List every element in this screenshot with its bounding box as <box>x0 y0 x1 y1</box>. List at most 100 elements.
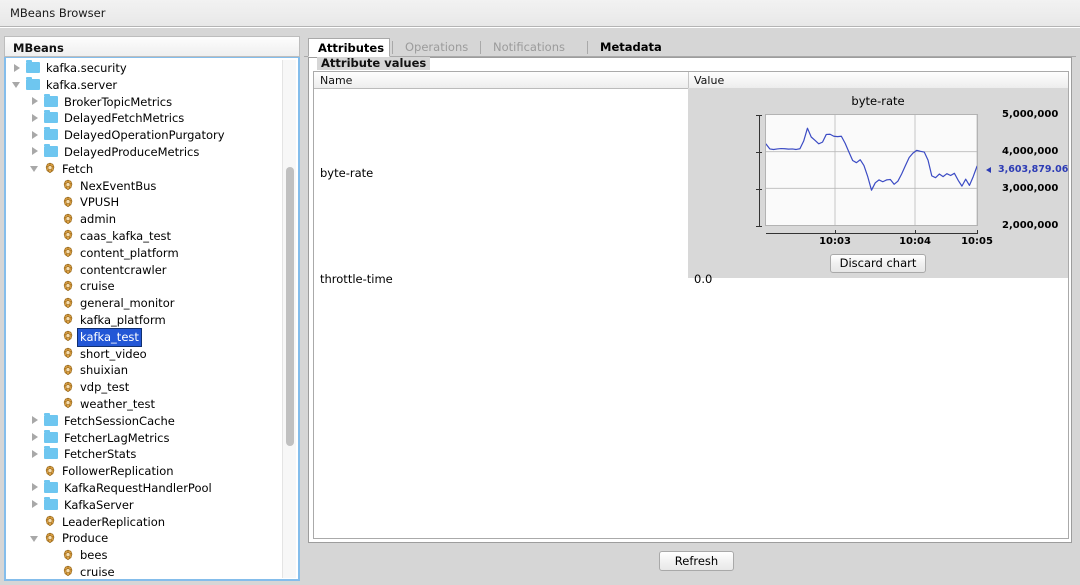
discard-chart-button[interactable]: Discard chart <box>830 254 926 273</box>
x-tick-label-2: 10:05 <box>961 236 993 247</box>
chevron-right-icon[interactable] <box>30 130 40 140</box>
chart-y-axis <box>759 115 760 226</box>
refresh-button[interactable]: Refresh <box>659 551 734 571</box>
chevron-right-icon[interactable] <box>30 499 40 509</box>
tree-item-general-monitor[interactable]: general_monitor <box>6 295 284 312</box>
tree-item-delayedoperationpurgatory[interactable]: DelayedOperationPurgatory <box>6 127 284 144</box>
tree-item-fetchsessioncache[interactable]: FetchSessionCache <box>6 412 284 430</box>
tree-item-label: DelayedProduceMetrics <box>64 145 200 160</box>
chart-series-line <box>766 127 977 191</box>
mbeans-tree-scroll-area[interactable]: kafka.security kafka.server BrokerTopicMet… <box>4 57 300 581</box>
tree-item-kafka-test[interactable]: kafka_test <box>6 327 284 347</box>
tree-item-contentcrawler[interactable]: contentcrawler <box>6 262 284 279</box>
tree-scrollbar-thumb[interactable] <box>286 167 294 446</box>
window-title: MBeans Browser <box>10 6 106 20</box>
x-tick-mark <box>835 230 836 234</box>
tab-metadata[interactable]: Metadata <box>591 38 662 57</box>
tree-item-kafkarequesthandlerpool[interactable]: KafkaRequestHandlerPool <box>6 479 284 497</box>
tree-item-kafka-platform[interactable]: kafka_platform <box>6 312 284 329</box>
chevron-right-icon[interactable] <box>12 63 22 73</box>
mbean-icon <box>62 347 74 359</box>
chevron-right-icon[interactable] <box>30 146 40 156</box>
chevron-right-icon[interactable] <box>30 96 40 106</box>
tree-item-delayedproducemetrics[interactable]: DelayedProduceMetrics <box>6 143 284 161</box>
details-tabstrip: Attributes Operations Notifications Metadat… <box>304 38 1076 57</box>
tree-item-label: KafkaServer <box>64 497 134 512</box>
chevron-down-icon[interactable] <box>12 79 22 89</box>
tree-item-followerreplication[interactable]: FollowerReplication <box>6 463 284 480</box>
folder-icon <box>44 446 58 460</box>
table-row-name-throttle-time[interactable]: throttle-time <box>320 272 393 286</box>
attributes-table[interactable]: Name Value byte-rate byte-rate 5,000,000… <box>313 71 1069 539</box>
tree-item-label: admin <box>80 212 117 227</box>
tree-item-label: weather_test <box>80 397 155 412</box>
tree-item-cruise[interactable]: cruise <box>6 278 284 295</box>
tree-item-vpush[interactable]: VPUSH <box>6 194 284 211</box>
tree-item-fetcherlagmetrics[interactable]: FetcherLagMetrics <box>6 429 284 447</box>
table-row-name-byte-rate[interactable]: byte-rate <box>320 166 373 180</box>
chart-plot-area <box>765 114 978 226</box>
tree-item-fetcherstats[interactable]: FetcherStats <box>6 446 284 463</box>
column-header-value[interactable]: Value <box>694 74 724 87</box>
tree-item-weather-test[interactable]: weather_test <box>6 396 284 413</box>
tree-item-label: DelayedOperationPurgatory <box>64 128 225 143</box>
tree-item-fetch[interactable]: Fetch <box>6 161 284 178</box>
folder-icon <box>26 76 40 90</box>
tree-item-bees[interactable]: bees <box>6 547 284 564</box>
chevron-down-icon[interactable] <box>30 533 40 543</box>
tree-item-caas-kafka-test[interactable]: caas_kafka_test <box>6 228 284 245</box>
mbean-icon <box>62 246 74 258</box>
mbeans-tree-header: MBeans <box>4 36 300 57</box>
tree-item-label: Fetch <box>62 161 94 176</box>
chevron-right-icon[interactable] <box>30 113 40 123</box>
mbeans-tree-header-label: MBeans <box>13 41 64 55</box>
mbean-icon <box>62 330 74 342</box>
mbean-icon <box>62 549 74 561</box>
tree-item-label: NexEventBus <box>80 178 157 193</box>
chevron-right-icon[interactable] <box>30 482 40 492</box>
tree-item-kafka-server[interactable]: kafka.server <box>6 76 284 94</box>
column-header-name[interactable]: Name <box>320 74 352 87</box>
chevron-right-icon[interactable] <box>30 449 40 459</box>
tree-item-cruise[interactable]: cruise <box>6 564 284 579</box>
tree-item-kafkaserver[interactable]: KafkaServer <box>6 496 284 514</box>
chart-title: byte-rate <box>851 94 905 108</box>
tree-item-delayedfetchmetrics[interactable]: DelayedFetchMetrics <box>6 110 284 127</box>
y-tick-mark <box>756 152 762 153</box>
tab-attributes[interactable]: Attributes <box>308 38 390 57</box>
tree-item-short-video[interactable]: short_video <box>6 346 284 363</box>
chevron-right-icon[interactable] <box>30 432 40 442</box>
mbean-icon <box>62 213 74 225</box>
folder-icon <box>44 412 58 426</box>
y-tick-mark <box>756 115 762 116</box>
tree-item-content-platform[interactable]: content_platform <box>6 245 284 262</box>
tree-item-nexeventbus[interactable]: NexEventBus <box>6 178 284 195</box>
chevron-right-icon[interactable] <box>30 415 40 425</box>
tree-item-admin[interactable]: admin <box>6 211 284 228</box>
column-divider[interactable] <box>688 72 689 88</box>
mbean-icon <box>62 229 74 241</box>
tree-item-label: kafka_test <box>77 327 142 347</box>
tree-vertical-scrollbar[interactable] <box>282 60 296 578</box>
tree-item-kafka-security[interactable]: kafka.security <box>6 60 284 77</box>
chevron-down-icon[interactable] <box>30 163 40 173</box>
chart-gridlines <box>766 115 977 225</box>
folder-icon <box>26 60 40 73</box>
folder-icon <box>44 110 58 124</box>
tree-item-vdp-test[interactable]: vdp_test <box>6 379 284 396</box>
table-row-value-throttle-time[interactable]: 0.0 <box>694 272 712 286</box>
attribute-values-group-title: Attribute values <box>317 57 431 70</box>
tree-item-brokertopicmetrics[interactable]: BrokerTopicMetrics <box>6 93 284 111</box>
tree-item-produce[interactable]: Produce <box>6 530 284 547</box>
tree-item-shuixian[interactable]: shuixian <box>6 362 284 379</box>
tree-item-leaderreplication[interactable]: LeaderReplication <box>6 514 284 531</box>
